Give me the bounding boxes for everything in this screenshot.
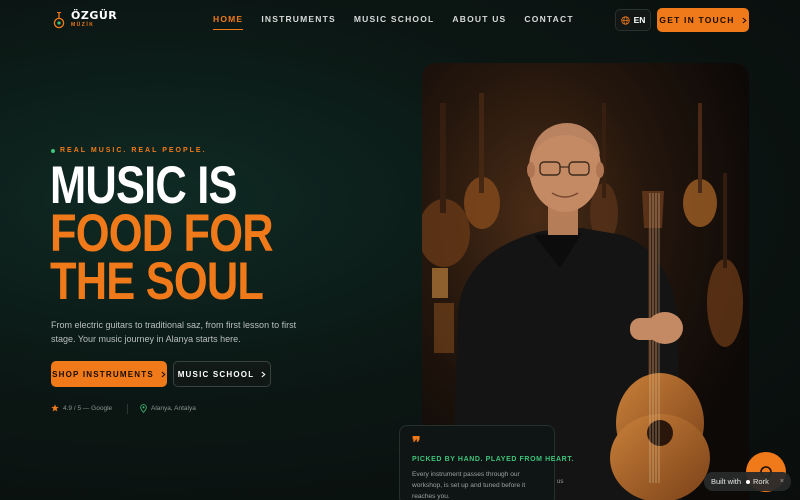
star-icon xyxy=(51,404,59,412)
built-with-brand: Rork xyxy=(753,477,769,486)
language-switcher[interactable]: EN xyxy=(615,9,651,31)
close-badge-button[interactable]: × xyxy=(780,478,784,485)
built-with-badge[interactable]: Built with Rork × xyxy=(704,472,791,491)
quote-card: ❞ PICKED BY HAND. PLAYED FROM HEART. Eve… xyxy=(399,425,573,500)
tagline-dot-icon xyxy=(51,148,55,153)
location-pin-icon xyxy=(140,404,147,413)
brand-name: ÖZGÜR xyxy=(71,9,118,22)
rork-dot-icon xyxy=(746,479,751,484)
language-label: EN xyxy=(633,15,646,25)
main-nav: HOME INSTRUMENTS MUSIC SCHOOL ABOUT US C… xyxy=(213,14,592,30)
built-with-label: Built with xyxy=(711,477,742,486)
headline-line-1: MUSIC IS xyxy=(50,156,237,215)
meta-divider xyxy=(127,404,128,414)
shop-instruments-label: SHOP INSTRUMENTS xyxy=(52,369,154,379)
music-school-button[interactable]: MUSIC SCHOOL xyxy=(173,361,271,387)
site-header: ÖZGÜR MÜZİK HOME INSTRUMENTS MUSIC SCHOO… xyxy=(0,0,800,40)
saz-logo-icon xyxy=(53,12,65,29)
chevron-right-icon xyxy=(161,371,166,377)
get-in-touch-label: GET IN TOUCH xyxy=(659,15,735,25)
location-text: Alanya, Antalya xyxy=(151,405,196,412)
nav-item-music-school[interactable]: MUSIC SCHOOL xyxy=(354,14,435,24)
quote-text: Every instrument passes through our work… xyxy=(412,471,526,500)
chevron-right-icon xyxy=(742,17,747,23)
hero-description: From electric guitars to traditional saz… xyxy=(51,320,297,344)
get-in-touch-button[interactable]: GET IN TOUCH xyxy=(657,8,749,32)
headline-line-3: THE SOUL xyxy=(50,252,264,311)
brand-subtitle: MÜZİK xyxy=(71,22,95,28)
music-school-label: MUSIC SCHOOL xyxy=(177,369,255,379)
shop-instruments-button[interactable]: SHOP INSTRUMENTS xyxy=(51,361,167,387)
nav-item-contact[interactable]: CONTACT xyxy=(524,14,573,24)
nav-item-home[interactable]: HOME xyxy=(213,14,244,30)
google-rating: 4.9 / 5 — Google xyxy=(51,404,112,412)
nav-item-instruments[interactable]: INSTRUMENTS xyxy=(261,14,336,24)
brand-logo[interactable]: ÖZGÜR MÜZİK xyxy=(52,9,117,31)
quote-card-peek-text: us xyxy=(557,479,564,485)
headline-line-2: FOOD FOR xyxy=(50,204,274,263)
rating-text: 4.9 / 5 — Google xyxy=(63,404,113,412)
chevron-right-icon xyxy=(261,371,266,377)
tagline-text: REAL MUSIC. REAL PEOPLE. xyxy=(60,147,207,154)
location: Alanya, Antalya xyxy=(140,404,196,413)
quote-icon: ❞ xyxy=(412,433,421,452)
quote-title: PICKED BY HAND. PLAYED FROM HEART. xyxy=(412,456,574,463)
nav-item-about-us[interactable]: ABOUT US xyxy=(452,14,506,24)
hero-tagline: REAL MUSIC. REAL PEOPLE. xyxy=(51,147,207,154)
globe-icon xyxy=(620,15,630,25)
